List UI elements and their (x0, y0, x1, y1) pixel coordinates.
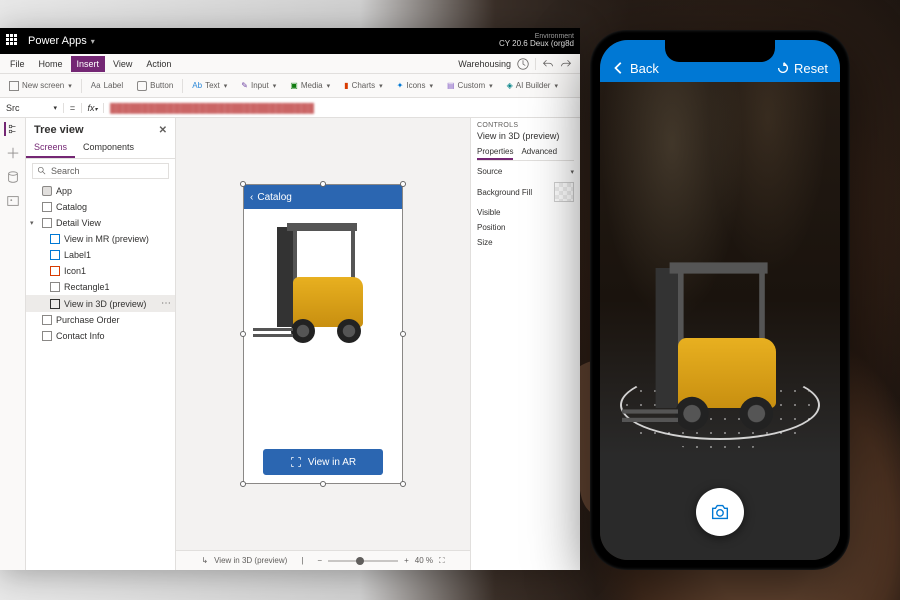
breadcrumb-icon[interactable]: ↳ (201, 556, 208, 565)
view-in-ar-button[interactable]: View in AR (263, 449, 383, 475)
redo-icon[interactable] (560, 58, 572, 70)
environment-picker[interactable]: Environment CY 20.6 Deux (org8d (499, 33, 574, 49)
formula-value[interactable]: ████████████████████████████████ (104, 103, 580, 113)
selection-name[interactable]: View in 3D (preview) (214, 556, 287, 565)
preview-device[interactable]: ‹ Catalog View in AR (243, 184, 403, 484)
tree-view-icon[interactable] (4, 122, 18, 136)
title-bar: Power Apps ▾ Environment CY 20.6 Deux (o… (0, 28, 580, 54)
search-input[interactable]: Search (32, 163, 169, 179)
environment-name: CY 20.6 Deux (org8d (499, 40, 574, 49)
color-swatch[interactable] (554, 182, 574, 202)
fit-icon[interactable]: ⛶ (439, 556, 445, 566)
charts-dropdown[interactable]: ▮Charts▾ (339, 78, 387, 93)
tree-node-label1[interactable]: Label1 (26, 247, 175, 263)
text-dropdown[interactable]: AbText▾ (187, 78, 232, 93)
reset-icon (776, 61, 790, 75)
prop-size[interactable]: Size (477, 238, 574, 247)
input-dropdown[interactable]: ✎Input▾ (236, 78, 281, 93)
tree: App Catalog ▾Detail View View in MR (pre… (26, 183, 175, 570)
label-button[interactable]: AaLabel (86, 78, 128, 93)
tree-node-contact[interactable]: Contact Info (26, 328, 175, 344)
tab-properties[interactable]: Properties (477, 145, 513, 160)
tree-view-pane: Tree view ✕ Screens Components Search Ap… (26, 118, 176, 570)
app-launcher-icon[interactable] (6, 34, 20, 48)
tree-view-title: Tree view (34, 124, 84, 136)
data-icon[interactable] (6, 170, 20, 184)
formula-bar: Src▾ = fx▾ █████████████████████████████… (0, 98, 580, 118)
media-pane-icon[interactable] (6, 194, 20, 208)
menu-view[interactable]: View (107, 56, 138, 72)
zoom-value: 40 % (415, 556, 433, 565)
app-title: Warehousing (458, 59, 511, 69)
tree-node-rect1[interactable]: Rectangle1 (26, 279, 175, 295)
phone-mockup: Back Reset (590, 30, 850, 570)
prop-source[interactable]: Source▾ (477, 167, 574, 176)
arrow-left-icon (612, 61, 626, 75)
tree-node-app[interactable]: App (26, 183, 175, 199)
preview-appbar: ‹ Catalog (244, 185, 402, 209)
tree-node-3d[interactable]: View in 3D (preview)⋯ (26, 295, 175, 312)
new-screen-button[interactable]: New screen▾ (4, 78, 77, 94)
button-button[interactable]: Button (132, 78, 178, 94)
tab-components[interactable]: Components (75, 138, 142, 158)
menu-action[interactable]: Action (140, 56, 177, 72)
custom-dropdown[interactable]: ▤Custom▾ (442, 78, 498, 93)
more-icon[interactable]: ⋯ (161, 298, 171, 309)
tree-node-po[interactable]: Purchase Order (26, 312, 175, 328)
forklift-3d-model[interactable] (263, 217, 383, 347)
selected-control-name: View in 3D (preview) (477, 131, 574, 141)
tree-node-icon1[interactable]: Icon1 (26, 263, 175, 279)
prop-bgfill[interactable]: Background Fill (477, 182, 574, 202)
zoom-slider[interactable] (328, 560, 398, 562)
equals-sign: = (64, 103, 82, 113)
undo-icon[interactable] (542, 58, 554, 70)
insert-ribbon: New screen▾ AaLabel Button AbText▾ ✎Inpu… (0, 74, 580, 98)
tree-node-catalog[interactable]: Catalog (26, 199, 175, 215)
powerapps-studio-window: Power Apps ▾ Environment CY 20.6 Deux (o… (0, 28, 580, 570)
phone-screen: Back Reset (600, 40, 840, 560)
ar-forklift-model[interactable] (636, 254, 804, 436)
back-chevron-icon[interactable]: ‹ (250, 192, 253, 203)
icons-dropdown[interactable]: ✦Icons▾ (392, 78, 438, 93)
environment-label: Environment (499, 33, 574, 41)
preview-title: Catalog (257, 192, 291, 203)
tree-node-detailview[interactable]: ▾Detail View (26, 215, 175, 231)
zoom-in-button[interactable]: + (404, 556, 409, 565)
reset-button[interactable]: Reset (776, 61, 828, 76)
aibuilder-dropdown[interactable]: ◈AI Builder▾ (502, 78, 563, 93)
shutter-button[interactable] (696, 488, 744, 536)
chevron-down-icon[interactable]: ▾ (91, 37, 95, 46)
close-icon[interactable]: ✕ (159, 125, 167, 136)
canvas-statusbar: ↳ View in 3D (preview) | − + 40 % ⛶ (176, 550, 470, 570)
divider (535, 58, 536, 70)
menu-file[interactable]: File (4, 56, 31, 72)
zoom-out-button[interactable]: − (317, 556, 322, 565)
prop-position[interactable]: Position (477, 223, 574, 232)
menu-bar: File Home Insert View Action Warehousing (0, 54, 580, 74)
ar-icon (290, 456, 302, 468)
properties-pane: CONTROLS View in 3D (preview) Properties… (470, 118, 580, 570)
camera-icon (709, 501, 731, 523)
search-icon (37, 166, 47, 176)
controls-label: CONTROLS (477, 122, 574, 129)
fx-label: fx▾ (82, 103, 104, 113)
property-selector[interactable]: Src▾ (0, 103, 64, 113)
left-rail (0, 118, 26, 570)
prop-visible[interactable]: Visible (477, 208, 574, 217)
menu-insert[interactable]: Insert (71, 56, 106, 72)
tree-node-mr[interactable]: View in MR (preview) (26, 231, 175, 247)
app-name: Power Apps (28, 35, 87, 47)
menu-home[interactable]: Home (33, 56, 69, 72)
checker-icon[interactable] (517, 58, 529, 70)
back-button[interactable]: Back (612, 61, 659, 76)
canvas-area: ‹ Catalog View in AR (176, 118, 470, 570)
media-dropdown[interactable]: ▣Media▾ (285, 78, 335, 93)
phone-notch (665, 40, 775, 62)
insert-pane-icon[interactable] (6, 146, 20, 160)
tab-advanced[interactable]: Advanced (521, 145, 557, 160)
tab-screens[interactable]: Screens (26, 138, 75, 158)
